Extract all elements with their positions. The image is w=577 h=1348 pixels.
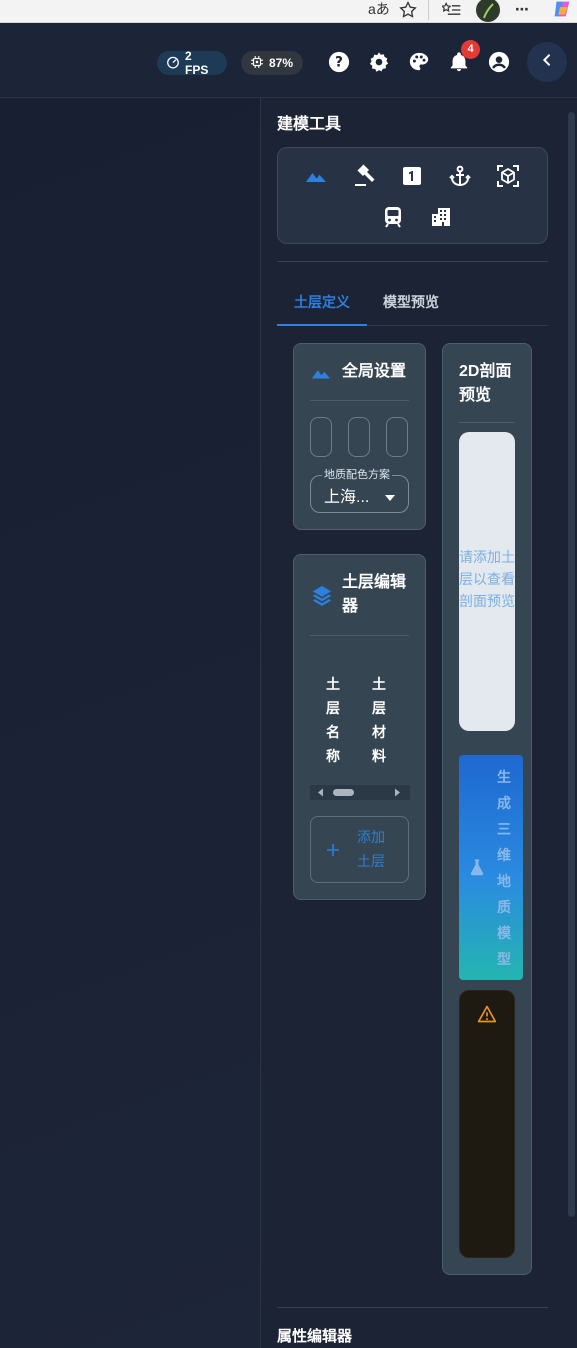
palette-icon[interactable]: [406, 49, 432, 75]
tab-soil-definition[interactable]: 土层定义: [294, 292, 350, 312]
settings-gear-icon[interactable]: [366, 49, 392, 75]
card-divider: [310, 635, 409, 636]
scrollbar-thumb[interactable]: [568, 112, 575, 1217]
help-icon[interactable]: ?: [326, 49, 352, 75]
modeling-tools-title: 建模工具: [277, 116, 342, 133]
tab-model-preview[interactable]: 模型预览: [383, 292, 439, 312]
section-preview-title-line2: 预览: [459, 387, 492, 404]
soil-editor-title: 土层编辑 器: [342, 571, 406, 619]
anchor-icon[interactable]: [447, 163, 473, 189]
favorite-star-icon[interactable]: [398, 0, 418, 20]
terrain-icon: [310, 362, 332, 389]
notification-count-badge: 4: [461, 40, 480, 59]
setting-input-2[interactable]: [348, 417, 370, 457]
account-circle-icon[interactable]: [486, 49, 512, 75]
3d-viewport[interactable]: [0, 98, 260, 1348]
collapse-panel-button[interactable]: [527, 42, 567, 82]
browser-toolbar: aあ ⋯: [0, 0, 577, 23]
svg-text:?: ?: [335, 55, 343, 71]
column-header-layer-name: 土层名称: [326, 676, 340, 764]
modeling-tools-box: [277, 147, 548, 244]
generate-3d-model-label: 生成三维地质模型: [497, 769, 511, 967]
color-scheme-value: 上海...: [324, 489, 370, 506]
plus-icon: [326, 843, 340, 862]
section-preview-title-line1: 2D剖面: [459, 363, 512, 380]
section-preview-title: 2D剖面 预览: [459, 360, 511, 408]
add-soil-layer-label: 添加土层: [357, 829, 385, 869]
cpu-indicator: 87%: [241, 51, 303, 75]
fps-text: 2 FPS: [185, 49, 209, 77]
column-header-layer-material: 土层材料: [372, 676, 386, 764]
section-preview-empty-text: 请添加土层以查看剖面预览: [459, 549, 515, 609]
chevron-left-icon: [539, 52, 555, 73]
excavation-hammer-icon[interactable]: [351, 163, 377, 189]
soil-editor-title-line1: 土层编辑: [342, 574, 407, 591]
copilot-icon[interactable]: [551, 0, 573, 18]
setting-input-3[interactable]: [386, 417, 408, 457]
active-tab-indicator: [277, 324, 367, 326]
chip-icon: [250, 55, 264, 72]
warning-panel: [459, 990, 515, 1258]
layers-icon: [311, 584, 333, 611]
profile-avatar[interactable]: [476, 0, 500, 22]
read-aloud-button[interactable]: aあ: [368, 0, 390, 20]
dropdown-arrow-icon: [385, 489, 395, 507]
favorites-list-icon[interactable]: [440, 0, 462, 20]
soil-editor-title-line2: 器: [342, 598, 359, 615]
card-divider: [310, 400, 409, 401]
layer-one-icon[interactable]: [399, 163, 425, 189]
warning-triangle-icon: [477, 1004, 497, 1029]
speedometer-icon: [166, 55, 180, 72]
building-icon[interactable]: [428, 204, 454, 230]
tunnel-train-icon[interactable]: [380, 204, 406, 230]
terrain-tool-icon[interactable]: [303, 163, 329, 189]
fps-indicator: 2 FPS: [157, 49, 227, 77]
cpu-text: 87%: [269, 56, 294, 70]
card-divider: [459, 422, 515, 423]
table-horizontal-scrollbar[interactable]: [310, 785, 410, 800]
color-scheme-label: 地质配色方案: [322, 466, 392, 482]
property-editor-title: 属性编辑器: [277, 1328, 353, 1345]
section-divider: [277, 261, 548, 262]
section-divider: [277, 1307, 548, 1308]
setting-input-1[interactable]: [310, 417, 332, 457]
browser-menu-button[interactable]: ⋯: [515, 0, 529, 20]
toolbar-divider: [428, 0, 429, 20]
3d-scan-box-icon[interactable]: [495, 163, 521, 189]
flask-icon: [468, 858, 486, 881]
global-settings-title: 全局设置: [342, 363, 407, 380]
